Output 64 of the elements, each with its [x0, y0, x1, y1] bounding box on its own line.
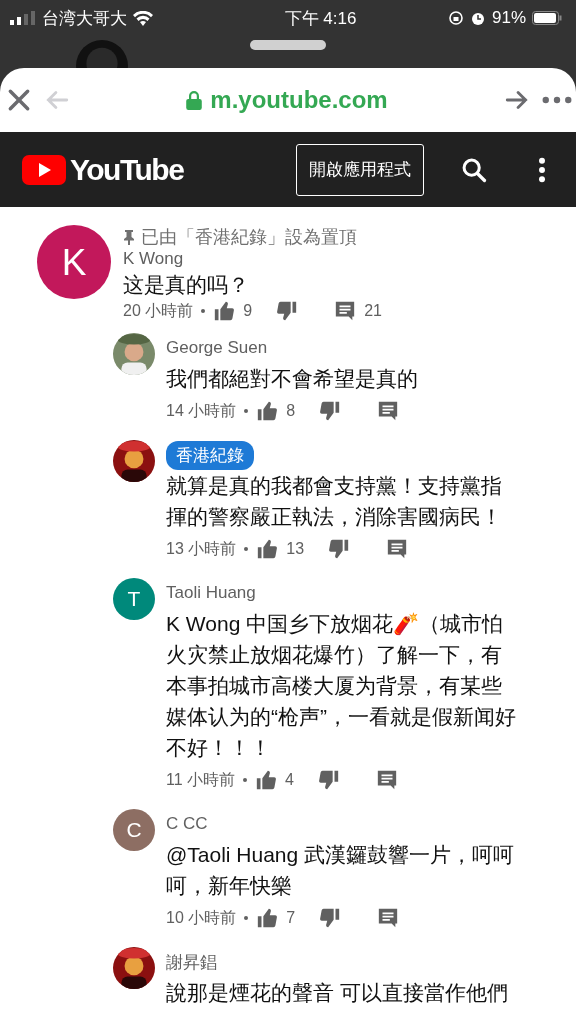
comment-text: 說那是煙花的聲音 可以直接當作他們: [166, 980, 509, 1006]
thumbs-down-icon[interactable]: [319, 400, 342, 422]
reply-icon[interactable]: [377, 907, 400, 929]
thumbs-down-icon[interactable]: [317, 769, 340, 791]
avatar[interactable]: C: [113, 809, 155, 851]
reply-icon[interactable]: [334, 300, 357, 322]
author-name[interactable]: K Wong: [123, 249, 184, 269]
dot-separator-icon: [244, 409, 249, 413]
comment-text: 我們都絕對不會希望是真的: [166, 366, 419, 392]
comment-text: 这是真的吗？: [123, 272, 250, 298]
like-count: 9: [243, 302, 253, 320]
reply-count: 21: [364, 302, 382, 320]
carrier-name: 台湾大哥大: [42, 7, 127, 30]
rotation-lock-icon: [447, 10, 464, 26]
comment-time: 10 小時前: [166, 907, 237, 928]
comment-time: 13 小時前: [166, 538, 237, 559]
reply-icon[interactable]: [375, 769, 398, 791]
pinned-label: 已由「香港紀錄」設為置頂: [141, 226, 357, 249]
dot-separator-icon: [243, 778, 248, 782]
comment-text: @Taoli Huang 武漢鑼鼓響一片，呵呵呵，新年快樂: [166, 842, 516, 899]
reply-icon[interactable]: [386, 538, 409, 560]
like-count: 7: [286, 909, 296, 927]
avatar[interactable]: T: [113, 578, 155, 620]
thumbs-up-icon[interactable]: [256, 907, 279, 929]
sheet-handle[interactable]: [250, 40, 326, 50]
thumbs-up-icon[interactable]: [256, 400, 279, 422]
thumbs-down-icon[interactable]: [328, 538, 351, 560]
thumbs-down-icon[interactable]: [319, 907, 342, 929]
thumbs-down-icon[interactable]: [276, 300, 299, 322]
comment-time: 14 小時前: [166, 400, 237, 421]
battery-percent: 91%: [491, 8, 526, 28]
clock-time: 下午 4:16: [283, 7, 357, 30]
comment-time: 20 小時前: [123, 300, 194, 321]
dot-separator-icon: [244, 547, 249, 551]
alarm-icon: [469, 10, 486, 26]
signal-icon: [10, 11, 36, 25]
author-name[interactable]: C CC: [166, 814, 208, 834]
comment-time: 11 小時前: [166, 769, 236, 790]
author-name[interactable]: 謝昇錩: [166, 950, 217, 974]
pin-icon: [123, 229, 135, 245]
battery-icon: [532, 11, 562, 25]
thumbs-up-icon[interactable]: [255, 769, 278, 791]
author-name[interactable]: Taoli Huang: [166, 583, 256, 603]
like-count: 13: [286, 540, 305, 558]
lock-icon: [186, 90, 203, 110]
play-logo-icon[interactable]: [22, 154, 66, 185]
comment-text: K Wong 中国乡下放烟花🧨（城市怕火灾禁止放烟花爆竹）了解一下，有本事拍城市高楼大厦为背景，有某些媒体认为的“枪声”，一看就是假新闻好不好！！！: [166, 611, 516, 761]
thumbs-up-icon[interactable]: [213, 300, 236, 322]
like-count: 4: [285, 771, 294, 789]
close-icon[interactable]: [6, 87, 32, 113]
logo-text[interactable]: YouTube: [70, 152, 184, 187]
open-app-button[interactable]: 開啟應用程式: [296, 143, 424, 196]
author-name[interactable]: George Suen: [166, 338, 268, 358]
wifi-icon: [133, 10, 153, 26]
thumbs-up-icon[interactable]: [256, 538, 279, 560]
author-name[interactable]: 香港紀錄: [166, 440, 254, 470]
menu-icon[interactable]: [538, 156, 546, 183]
like-count: 8: [286, 402, 296, 420]
dot-separator-icon: [244, 916, 249, 920]
comment-text: 就算是真的我都會支持黨！支持黨指揮的警察嚴正執法，消除害國病民！: [166, 473, 503, 530]
avatar[interactable]: K: [37, 225, 111, 299]
dot-separator-icon: [201, 309, 206, 313]
more-icon[interactable]: [542, 96, 572, 104]
reply-icon[interactable]: [377, 400, 400, 422]
